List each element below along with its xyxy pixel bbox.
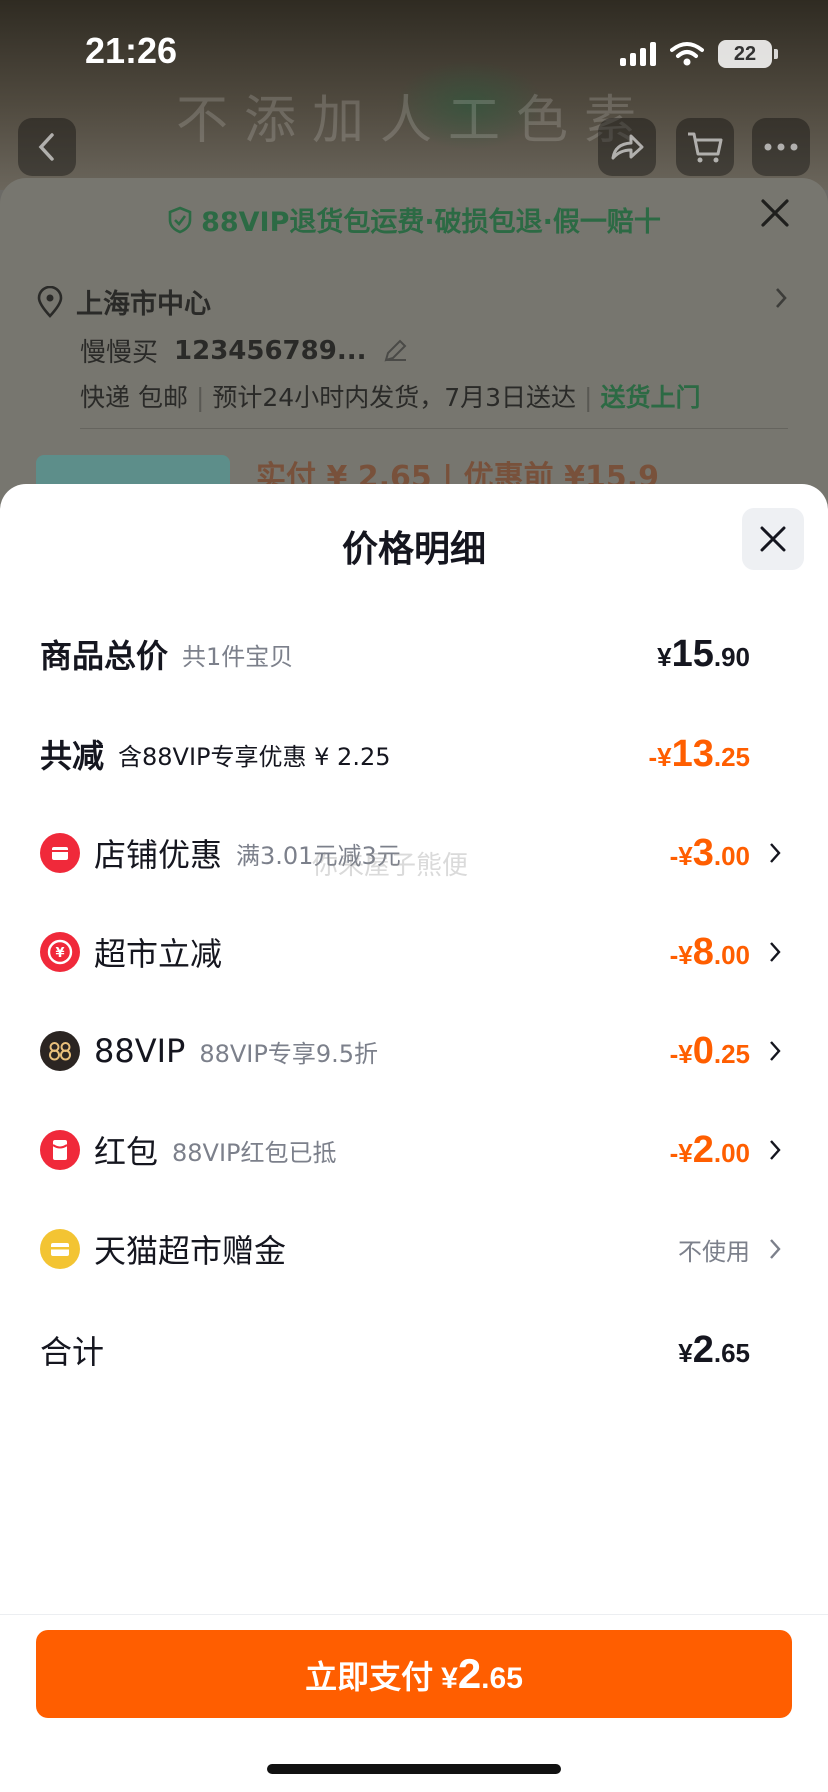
sheet-title: 价格明细 [341, 529, 486, 570]
cart-button[interactable] [676, 118, 734, 176]
wifi-icon [670, 42, 704, 66]
chevron-left-icon [38, 133, 54, 161]
address-chevron [774, 286, 788, 314]
pay-button-cents: .65 [481, 1662, 523, 1695]
status-icons: 22 [620, 40, 778, 68]
row-amount: -¥ 8.00 [669, 930, 750, 973]
share-button[interactable] [598, 118, 656, 176]
battery-icon: 22 [718, 40, 778, 68]
share-icon [611, 134, 644, 160]
more-icon [764, 143, 798, 151]
row-label: 共减 [40, 737, 105, 775]
chevron-right-icon [770, 843, 781, 863]
row-sub: 含88VIP专享优惠 ¥ 2.25 [118, 742, 391, 771]
row-supermarket-discount[interactable]: ¥ 超市立减 -¥ 8.00 [0, 922, 828, 982]
recipient-name: 慢慢买 [80, 338, 159, 368]
row-red-packet[interactable]: 红包 88VIP红包已抵 -¥ 2.00 [0, 1120, 828, 1180]
cart-icon [688, 132, 723, 163]
row-amount: -¥ 2.00 [669, 1128, 750, 1171]
pay-button-currency: ¥ [441, 1662, 458, 1695]
status-time: 21:26 [85, 30, 178, 71]
row-label: 天猫超市赠金 [94, 1232, 287, 1270]
row-tmall-gift-credit[interactable]: 天猫超市赠金 不使用 [0, 1219, 828, 1279]
more-button[interactable] [752, 118, 810, 176]
yen-coupon-icon: ¥ [40, 932, 80, 972]
pay-now-button[interactable]: 立即支付 ¥ 2 .65 [36, 1630, 792, 1718]
chevron-right-icon [770, 1140, 781, 1160]
chevron-right-icon [776, 288, 787, 308]
pay-button-amount: 2 [457, 1650, 482, 1697]
row-grand-total: 合计 ¥2.65 [0, 1320, 828, 1380]
chevron-right-icon [770, 1041, 781, 1061]
row-88vip-discount[interactable]: 88VIP 88VIP专享9.5折 -¥ 0.25 [0, 1021, 828, 1081]
address-location: 上海市中心 [76, 289, 211, 320]
red-packet-icon [40, 1130, 80, 1170]
vip-promo-line: 88VIP退货包运费·破损包退·假一赔十 [0, 200, 828, 239]
shipping-tag: 送货上门 [600, 383, 701, 412]
row-label: 超市立减 [94, 935, 223, 973]
close-icon [760, 526, 786, 552]
shop-icon [40, 833, 80, 873]
row-amount: ¥2.65 [678, 1328, 750, 1371]
row-amount: -¥ 0.25 [669, 1029, 750, 1072]
watermark: 你来屋子熊便 [312, 851, 469, 881]
row-amount: -¥ 13.25 [648, 732, 750, 775]
shipping-eta: 预计24小时内发货，7月3日送达 [212, 383, 577, 412]
price-detail-sheet: 价格明细 商品总价 共1件宝贝 ¥15.90 共减 含88VIP专享优惠 ¥ 2… [0, 484, 828, 1792]
gift-credit-icon [40, 1229, 80, 1269]
chevron-right-icon [770, 1239, 781, 1259]
row-label: 88VIP [94, 1032, 186, 1070]
location-pin-icon [37, 285, 63, 318]
row-sub: 88VIP红包已抵 [172, 1138, 337, 1167]
shield-check-icon [168, 206, 192, 233]
row-total-reduction: 共减 含88VIP专享优惠 ¥ 2.25 -¥ 13.25 [0, 724, 828, 784]
row-sub: 共1件宝贝 [182, 642, 294, 671]
chevron-right-icon [770, 942, 781, 962]
divider [80, 428, 788, 429]
row-label: 红包 [94, 1133, 159, 1171]
row-amount: -¥ 3.00 [669, 831, 750, 874]
svg-text:¥: ¥ [55, 946, 64, 961]
88vip-icon [40, 1031, 80, 1071]
row-label: 店铺优惠 [94, 836, 223, 874]
edit-pencil-icon[interactable] [382, 338, 408, 364]
row-sub: 88VIP专享9.5折 [199, 1039, 379, 1068]
order-sheet-close-button[interactable] [760, 198, 790, 232]
row-goods-total: 商品总价 共1件宝贝 ¥15.90 [0, 624, 828, 684]
row-label: 商品总价 [40, 637, 169, 675]
sheet-close-button[interactable] [742, 508, 804, 570]
row-status: 不使用 [678, 1237, 750, 1266]
row-label: 合计 [40, 1333, 105, 1371]
shipping-method: 快递 包邮 [80, 383, 188, 412]
recipient-row: 慢慢买 123456789... [80, 332, 408, 369]
recipient-phone: 123456789... [174, 335, 367, 366]
close-icon [761, 199, 789, 227]
shipping-row: 快递 包邮 | 预计24小时内发货，7月3日送达 | 送货上门 [80, 383, 701, 412]
vip-promo-text: 88VIP退货包运费·破损包退·假一赔十 [201, 207, 661, 238]
row-amount: ¥15.90 [657, 632, 750, 675]
back-button[interactable] [18, 118, 76, 176]
divider [0, 1614, 828, 1615]
home-indicator[interactable] [267, 1764, 561, 1774]
cellular-signal-icon [620, 42, 656, 66]
address-row[interactable]: 上海市中心 [36, 282, 211, 321]
pay-button-label: 立即支付 [305, 1658, 434, 1696]
